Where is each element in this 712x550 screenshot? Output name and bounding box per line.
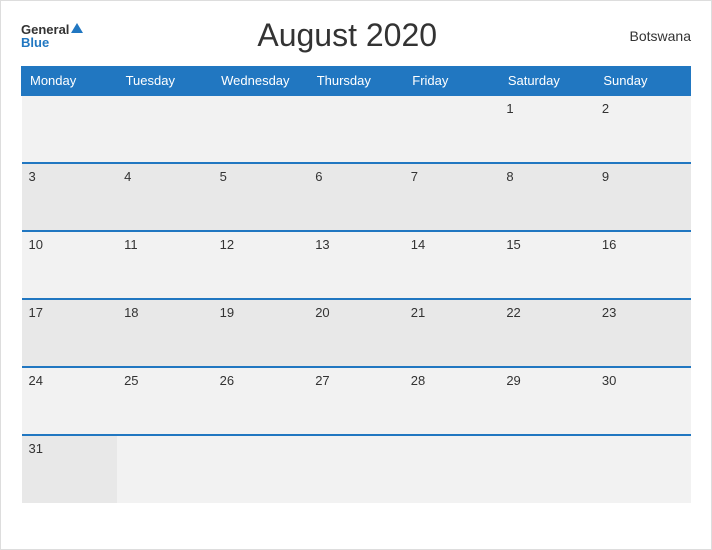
logo-blue-text: Blue xyxy=(21,36,49,49)
calendar-day-cell: 15 xyxy=(499,231,595,299)
calendar-thead: MondayTuesdayWednesdayThursdayFridaySatu… xyxy=(22,67,691,96)
calendar-day-cell xyxy=(213,95,309,163)
day-number: 9 xyxy=(602,169,609,184)
calendar-day-cell xyxy=(117,95,213,163)
day-number: 19 xyxy=(220,305,234,320)
calendar-day-cell: 3 xyxy=(22,163,118,231)
calendar-day-cell xyxy=(117,435,213,503)
calendar-day-cell: 30 xyxy=(595,367,691,435)
calendar-day-cell: 9 xyxy=(595,163,691,231)
calendar-week-row: 10 11 12 13 14 15 16 xyxy=(22,231,691,299)
day-number: 27 xyxy=(315,373,329,388)
logo-triangle-icon xyxy=(71,23,83,33)
calendar-day-cell: 12 xyxy=(213,231,309,299)
day-number: 4 xyxy=(124,169,131,184)
calendar-day-cell xyxy=(213,435,309,503)
calendar-day-cell: 1 xyxy=(499,95,595,163)
calendar-day-cell xyxy=(404,95,500,163)
day-number: 14 xyxy=(411,237,425,252)
day-number: 3 xyxy=(29,169,36,184)
calendar-day-cell: 20 xyxy=(308,299,404,367)
calendar-day-cell xyxy=(404,435,500,503)
calendar-day-cell: 29 xyxy=(499,367,595,435)
calendar-day-cell: 17 xyxy=(22,299,118,367)
weekday-header-thursday: Thursday xyxy=(308,67,404,96)
calendar-table: MondayTuesdayWednesdayThursdayFridaySatu… xyxy=(21,66,691,503)
day-number: 25 xyxy=(124,373,138,388)
calendar-day-cell: 22 xyxy=(499,299,595,367)
day-number: 15 xyxy=(506,237,520,252)
calendar-day-cell: 16 xyxy=(595,231,691,299)
calendar-day-cell xyxy=(308,435,404,503)
day-number: 22 xyxy=(506,305,520,320)
day-number: 20 xyxy=(315,305,329,320)
calendar-week-row: 17 18 19 20 21 22 23 xyxy=(22,299,691,367)
calendar-day-cell: 26 xyxy=(213,367,309,435)
day-number: 26 xyxy=(220,373,234,388)
day-number: 13 xyxy=(315,237,329,252)
calendar-week-row: 3 4 5 6 7 8 9 xyxy=(22,163,691,231)
logo-general-text: General xyxy=(21,23,69,36)
calendar-container: General Blue August 2020 Botswana Monday… xyxy=(0,0,712,550)
calendar-day-cell: 6 xyxy=(308,163,404,231)
day-number: 11 xyxy=(124,237,138,252)
calendar-day-cell: 27 xyxy=(308,367,404,435)
calendar-day-cell: 5 xyxy=(213,163,309,231)
weekday-header-friday: Friday xyxy=(404,67,500,96)
weekday-header-saturday: Saturday xyxy=(499,67,595,96)
day-number: 31 xyxy=(29,441,43,456)
calendar-day-cell xyxy=(595,435,691,503)
calendar-day-cell: 8 xyxy=(499,163,595,231)
calendar-day-cell xyxy=(308,95,404,163)
weekday-header-row: MondayTuesdayWednesdayThursdayFridaySatu… xyxy=(22,67,691,96)
calendar-day-cell xyxy=(499,435,595,503)
calendar-day-cell: 19 xyxy=(213,299,309,367)
calendar-day-cell: 24 xyxy=(22,367,118,435)
country-label: Botswana xyxy=(611,28,691,44)
day-number: 29 xyxy=(506,373,520,388)
weekday-header-monday: Monday xyxy=(22,67,118,96)
calendar-day-cell: 7 xyxy=(404,163,500,231)
day-number: 30 xyxy=(602,373,616,388)
day-number: 16 xyxy=(602,237,616,252)
logo: General Blue xyxy=(21,23,83,49)
day-number: 12 xyxy=(220,237,234,252)
calendar-day-cell: 4 xyxy=(117,163,213,231)
calendar-day-cell: 2 xyxy=(595,95,691,163)
calendar-week-row: 24 25 26 27 28 29 30 xyxy=(22,367,691,435)
month-title: August 2020 xyxy=(83,17,611,54)
calendar-day-cell: 25 xyxy=(117,367,213,435)
day-number: 6 xyxy=(315,169,322,184)
calendar-day-cell: 13 xyxy=(308,231,404,299)
calendar-day-cell: 23 xyxy=(595,299,691,367)
calendar-day-cell: 18 xyxy=(117,299,213,367)
day-number: 23 xyxy=(602,305,616,320)
day-number: 24 xyxy=(29,373,43,388)
weekday-header-sunday: Sunday xyxy=(595,67,691,96)
calendar-day-cell: 21 xyxy=(404,299,500,367)
calendar-week-row: 31 xyxy=(22,435,691,503)
day-number: 2 xyxy=(602,101,609,116)
calendar-day-cell: 28 xyxy=(404,367,500,435)
calendar-header: General Blue August 2020 Botswana xyxy=(21,17,691,54)
day-number: 28 xyxy=(411,373,425,388)
day-number: 17 xyxy=(29,305,43,320)
calendar-day-cell: 14 xyxy=(404,231,500,299)
calendar-day-cell: 11 xyxy=(117,231,213,299)
day-number: 7 xyxy=(411,169,418,184)
day-number: 10 xyxy=(29,237,43,252)
day-number: 21 xyxy=(411,305,425,320)
weekday-header-wednesday: Wednesday xyxy=(213,67,309,96)
calendar-day-cell: 31 xyxy=(22,435,118,503)
day-number: 1 xyxy=(506,101,513,116)
calendar-body: 1234567891011121314151617181920212223242… xyxy=(22,95,691,503)
day-number: 8 xyxy=(506,169,513,184)
calendar-day-cell xyxy=(22,95,118,163)
day-number: 5 xyxy=(220,169,227,184)
day-number: 18 xyxy=(124,305,138,320)
calendar-week-row: 12 xyxy=(22,95,691,163)
calendar-day-cell: 10 xyxy=(22,231,118,299)
weekday-header-tuesday: Tuesday xyxy=(117,67,213,96)
